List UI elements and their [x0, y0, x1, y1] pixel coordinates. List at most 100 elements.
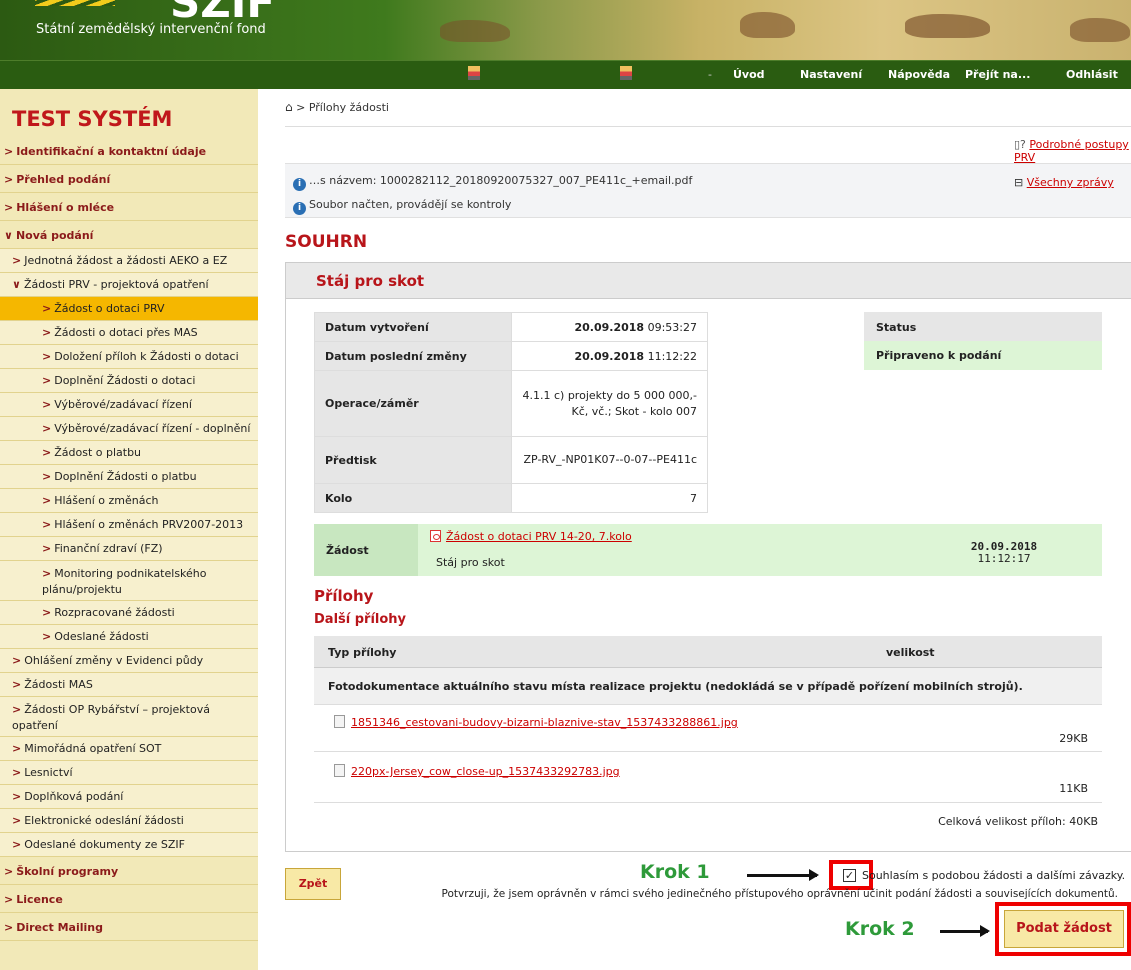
help-link[interactable]: Podrobné postupy PRV — [1014, 138, 1129, 164]
consent-checkbox[interactable]: ✓ — [843, 869, 856, 882]
consent-confirm-text: Potvrzuji, že jsem oprávněn v rámci svéh… — [441, 888, 1118, 900]
collapse-icon[interactable]: ⊟ — [1014, 176, 1023, 189]
status-value: Připraveno k podání — [864, 341, 1102, 370]
details-row: Operace/záměr 4.1.1 c) projekty do 5 000 … — [314, 370, 708, 437]
sidebar-item-label: Licence — [16, 893, 63, 906]
details-row: Datum poslední změny 20.09.2018 11:12:22 — [314, 341, 708, 371]
application-time: 11:12:17 — [977, 552, 1031, 565]
chevron-icon: > — [4, 173, 14, 186]
sidebar-item-label: Lesnictví — [24, 766, 73, 779]
sidebar-item-label: Žádosti OP Rybářství – projektová opatře… — [12, 703, 210, 732]
submit-application-button[interactable]: Podat žádost — [1004, 910, 1124, 948]
attachment-size: 11KB — [1059, 782, 1088, 795]
sidebar-item-label: Žádosti o dotaci přes MAS — [54, 326, 198, 339]
sidebar-item-label: Doplňková podání — [24, 790, 124, 803]
breadcrumb-current: Přílohy žádosti — [308, 101, 389, 114]
sidebar-item[interactable]: > Výběrové/zadávací řízení — [0, 393, 258, 417]
nav-nastaveni[interactable]: Nastavení — [800, 68, 862, 81]
chevron-icon: > — [42, 518, 52, 531]
chevron-icon: > — [12, 678, 22, 691]
sidebar-item[interactable]: > Ohlášení změny v Evidenci půdy — [0, 649, 258, 673]
detail-value: 4.1.1 c) projekty do 5 000 000,- Kč, vč.… — [510, 370, 708, 437]
attachment-link[interactable]: 220px-Jersey_cow_close-up_1537433292783.… — [351, 765, 620, 778]
details-row: Předtisk ZP-RV_-NP01K07--0-07--PE411c — [314, 436, 708, 484]
application-pdf-link[interactable]: Žádost o dotaci PRV 14-20, 7.kolo — [446, 530, 632, 543]
sidebar-item[interactable]: > Hlášení o mléce — [0, 193, 258, 221]
sidebar-item-label: Žádost o platbu — [54, 446, 142, 459]
sidebar-item-label: Doplnění Žádosti o dotaci — [54, 374, 196, 387]
detail-key: Předtisk — [314, 436, 512, 484]
attachment-file: 1851346_cestovani-budovy-bizarni-blazniv… — [334, 715, 738, 729]
back-button[interactable]: Zpět — [285, 868, 341, 900]
application-row: Žádost Žádost o dotaci PRV 14-20, 7.kolo… — [314, 524, 1102, 576]
sidebar-item[interactable]: > Rozpracované žádosti — [0, 601, 258, 625]
attachment-row: 220px-Jersey_cow_close-up_1537433292783.… — [314, 752, 1102, 803]
sidebar-item[interactable]: > Žádost o dotaci PRV — [0, 297, 258, 321]
detail-time: 11:12:22 — [644, 349, 697, 363]
sidebar-item[interactable]: > Žádost o platbu — [0, 441, 258, 465]
top-navigation: - Úvod Nastavení Nápověda Přejít na... O… — [0, 60, 1131, 89]
cow-image — [1070, 18, 1130, 42]
sidebar-item[interactable]: > Elektronické odeslání žádosti — [0, 809, 258, 833]
sidebar-item[interactable]: > Doložení příloh k Žádosti o dotaci — [0, 345, 258, 369]
chevron-icon: > — [42, 630, 52, 643]
application-link-wrap: Žádost o dotaci PRV 14-20, 7.kolo — [430, 530, 632, 543]
chevron-icon: > — [12, 703, 22, 716]
home-icon[interactable]: ⌂ — [285, 100, 293, 114]
sidebar-item[interactable]: > Žádosti o dotaci přes MAS — [0, 321, 258, 345]
sidebar-item[interactable]: ∨ Žádosti PRV - projektová opatření — [0, 273, 258, 297]
sidebar-item[interactable]: > Přehled podání — [0, 165, 258, 193]
nav-prejit-na[interactable]: Přejít na... — [965, 68, 1030, 81]
sidebar-item[interactable]: > Hlášení o změnách — [0, 489, 258, 513]
detail-key: Datum vytvoření — [314, 312, 512, 342]
sidebar-item[interactable]: > Identifikační a kontaktní údaje — [0, 137, 258, 165]
nav-napoveda[interactable]: Nápověda — [888, 68, 950, 81]
sidebar-item-label: Žádost o dotaci PRV — [54, 302, 165, 315]
all-messages: ⊟ Všechny zprávy — [1014, 176, 1114, 189]
sidebar-item-label: Školní programy — [16, 865, 119, 878]
sidebar-item[interactable]: > Doplnění Žádosti o dotaci — [0, 369, 258, 393]
nav-odhlasit[interactable]: Odhlásit — [1066, 68, 1118, 81]
details-table: Datum vytvoření 20.09.2018 09:53:27 Datum… — [314, 312, 708, 513]
nav-uvod[interactable]: Úvod — [733, 68, 765, 81]
check-icon: ✓ — [844, 869, 855, 882]
chevron-icon: ∨ — [12, 278, 21, 291]
detail-key: Operace/záměr — [314, 370, 512, 437]
sidebar-item[interactable]: > Licence — [0, 885, 258, 913]
sidebar-item[interactable]: > Odeslané dokumenty ze SZIF — [0, 833, 258, 857]
all-messages-link[interactable]: Všechny zprávy — [1027, 176, 1114, 189]
step2-arrow-icon — [940, 925, 990, 937]
chevron-icon: > — [42, 350, 52, 363]
sidebar-item[interactable]: > Žádosti MAS — [0, 673, 258, 697]
detail-key: Datum poslední změny — [314, 341, 512, 371]
application-label: Žádost — [314, 524, 418, 576]
sidebar-item[interactable]: ∨ Nová podání — [0, 221, 258, 249]
sidebar-item[interactable]: > Doplňková podání — [0, 785, 258, 809]
sidebar-item[interactable]: > Mimořádná opatření SOT — [0, 737, 258, 761]
sidebar-item[interactable]: > Odeslané žádosti — [0, 625, 258, 649]
message-text: Soubor načten, provádějí se kontroly — [309, 198, 512, 211]
breadcrumb-separator: > — [296, 101, 306, 114]
sidebar-item[interactable]: > Lesnictví — [0, 761, 258, 785]
header-banner: SZIF Státní zemědělský intervenční fond — [0, 0, 1131, 60]
detail-value: 20.09.2018 09:53:27 — [510, 312, 708, 342]
user-icon — [620, 66, 632, 80]
sidebar-item[interactable]: > Doplnění Žádosti o platbu — [0, 465, 258, 489]
sidebar-item-label: Finanční zdraví (FZ) — [54, 542, 163, 555]
step2-annotation: Krok 2 — [845, 918, 915, 940]
sidebar-item[interactable]: > Monitoring podnikatelského plánu/projek… — [0, 561, 258, 601]
attachment-link[interactable]: 1851346_cestovani-budovy-bizarni-blazniv… — [351, 716, 738, 729]
sidebar-item-label: Rozpracované žádosti — [54, 606, 175, 619]
sidebar-item-label: Doložení příloh k Žádosti o dotaci — [54, 350, 239, 363]
sidebar-item[interactable]: > Finanční zdraví (FZ) — [0, 537, 258, 561]
detail-key: Kolo — [314, 483, 512, 513]
sidebar-item[interactable]: > Hlášení o změnách PRV2007-2013 — [0, 513, 258, 537]
sidebar-item[interactable]: > Direct Mailing — [0, 913, 258, 941]
pdf-icon — [430, 530, 441, 542]
attachment-size: 29KB — [1059, 732, 1088, 745]
sidebar-item[interactable]: > Školní programy — [0, 857, 258, 885]
sidebar-item[interactable]: > Žádosti OP Rybářství – projektová opatř… — [0, 697, 258, 737]
sidebar-item[interactable]: > Výběrové/zadávací řízení - doplnění — [0, 417, 258, 441]
chevron-icon: > — [4, 145, 14, 158]
sidebar-item[interactable]: > Jednotná žádost a žádosti AEKO a EZ — [0, 249, 258, 273]
